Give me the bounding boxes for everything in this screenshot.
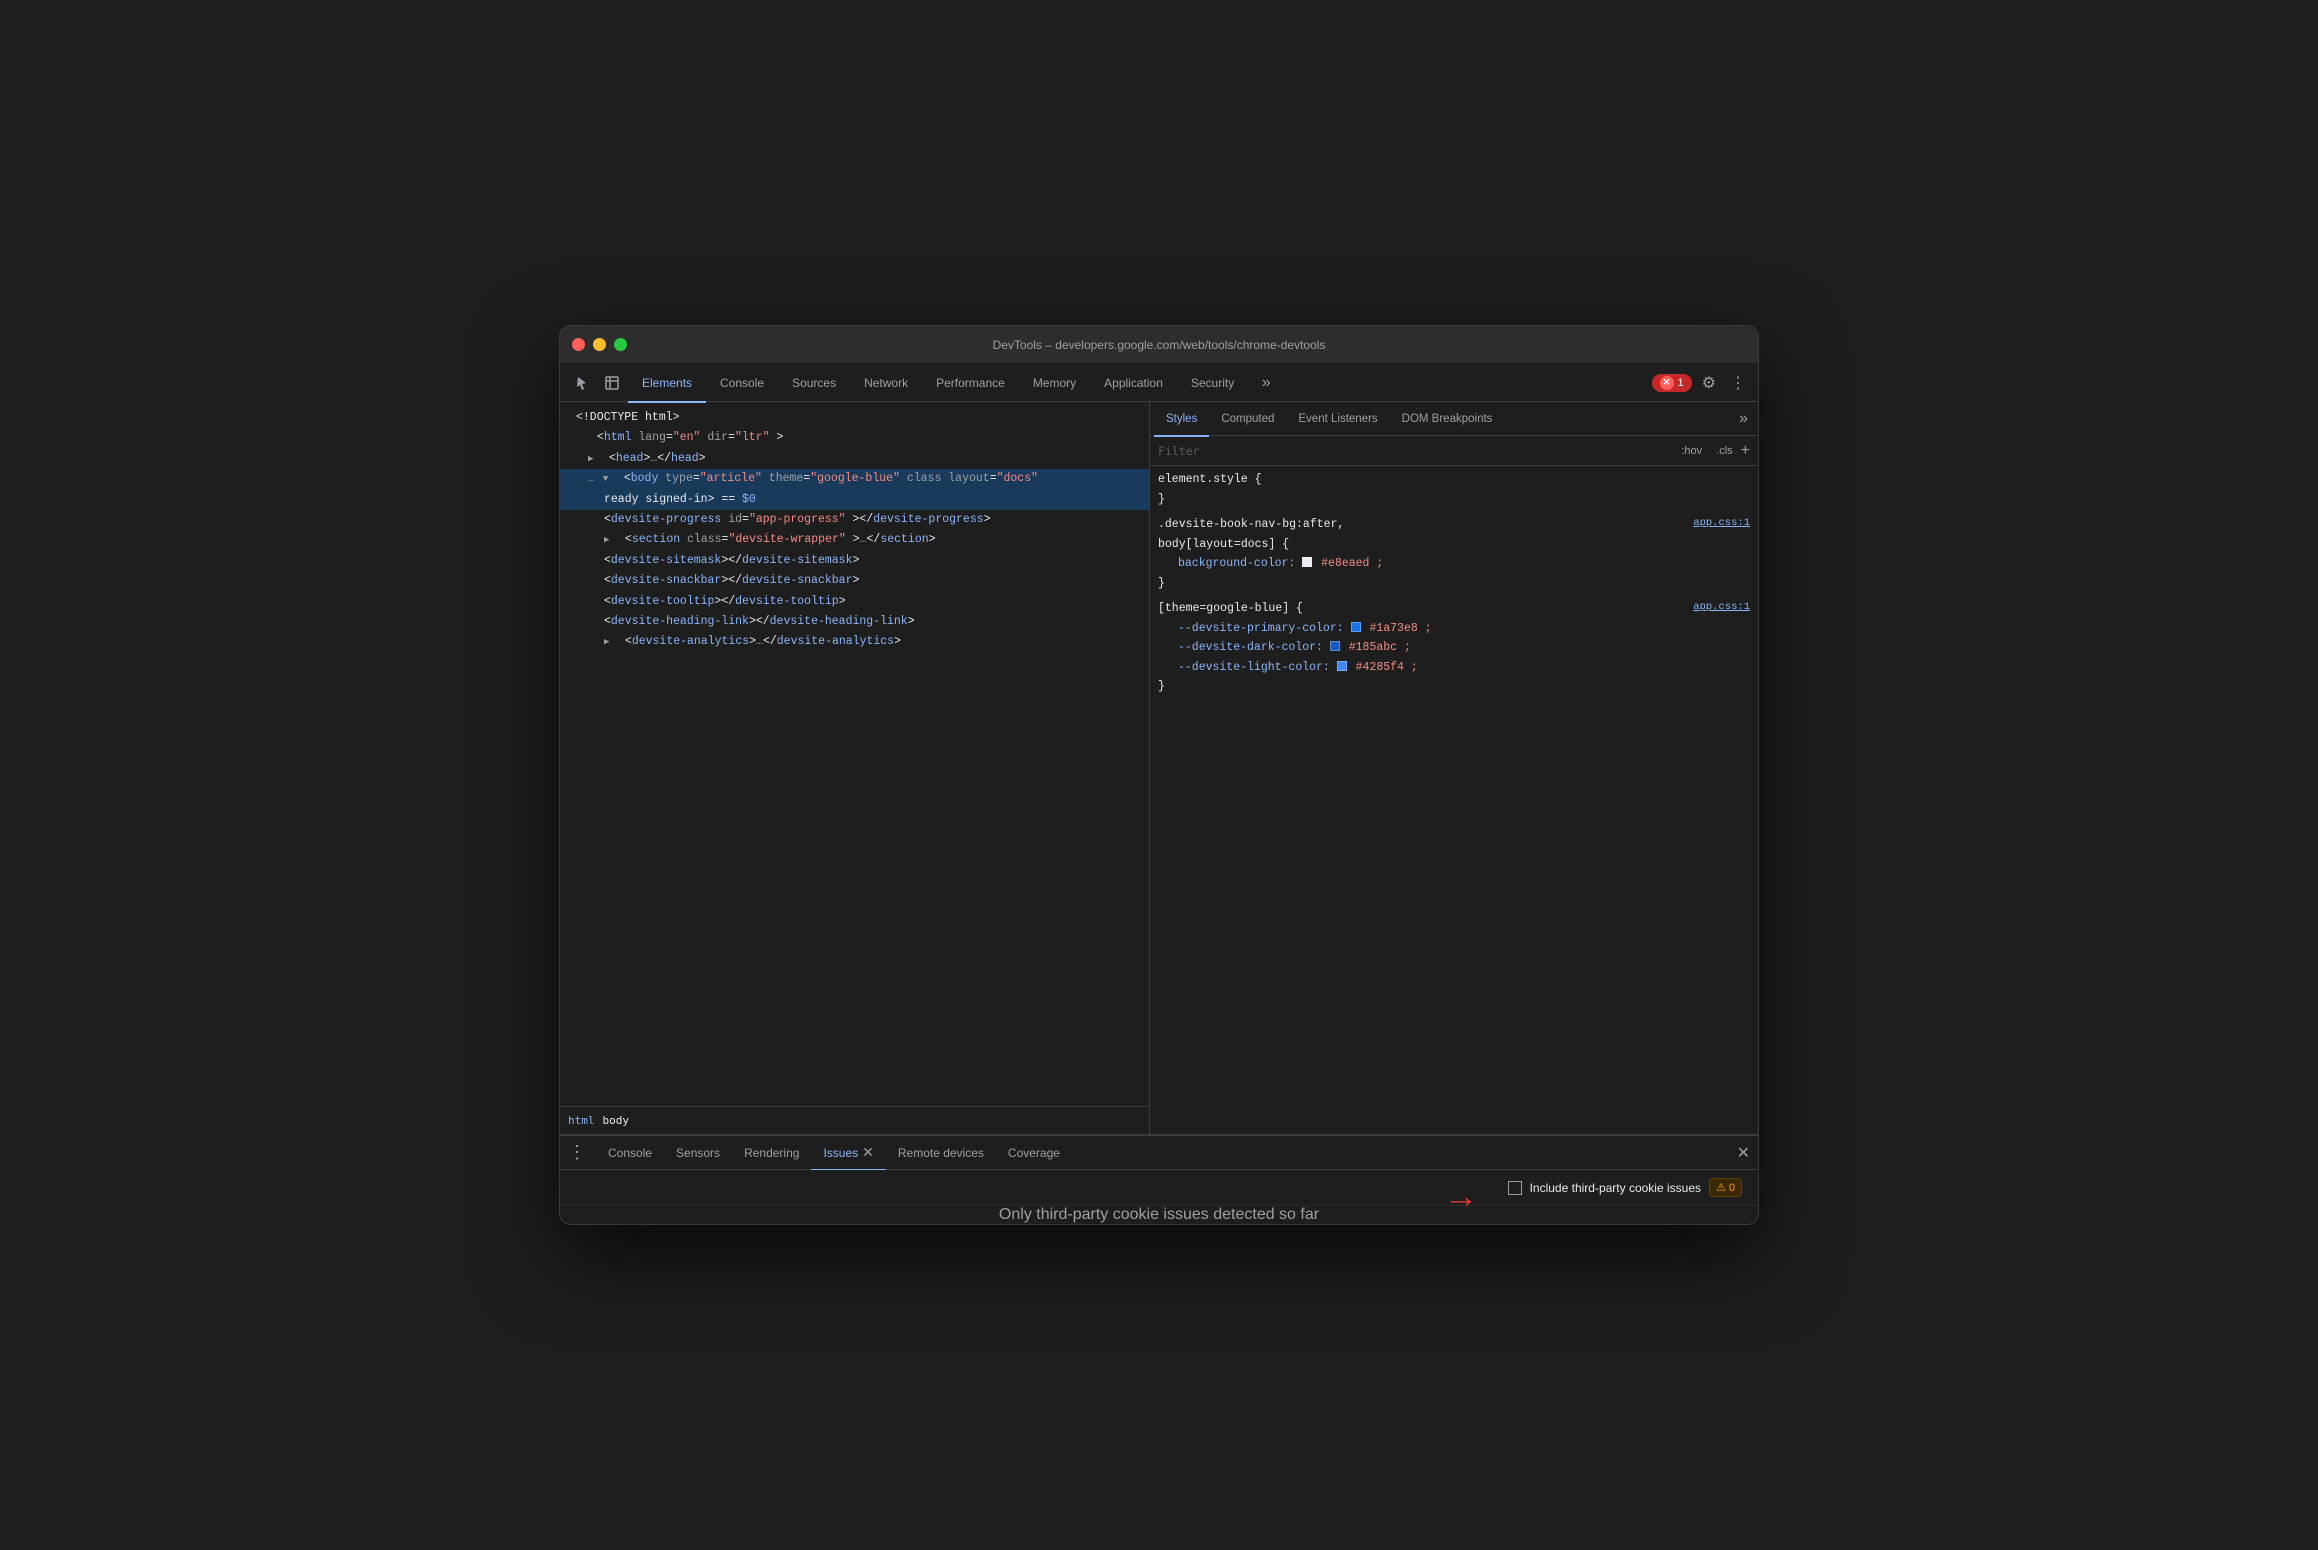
- issues-toolbar: → Include third-party cookie issues ⚠ 0: [560, 1170, 1758, 1206]
- tab-performance[interactable]: Performance: [922, 365, 1019, 403]
- cookie-checkbox-label: Include third-party cookie issues: [1530, 1181, 1701, 1195]
- drawer-tab-issues[interactable]: Issues ✕: [811, 1137, 885, 1171]
- close-button[interactable]: [572, 338, 585, 351]
- tab-security[interactable]: Security: [1177, 365, 1248, 403]
- issues-panel-content: → Include third-party cookie issues ⚠ 0 …: [560, 1170, 1758, 1224]
- filter-input[interactable]: [1158, 444, 1677, 458]
- tab-computed[interactable]: Computed: [1209, 403, 1286, 437]
- drawer-tab-console[interactable]: Console: [596, 1137, 664, 1171]
- devtools-tab-bar: Elements Console Sources Network Perform…: [560, 364, 1758, 402]
- drawer-close-button[interactable]: ✕: [1733, 1139, 1754, 1167]
- drawer-tab-sensors[interactable]: Sensors: [664, 1137, 732, 1171]
- breadcrumb: html body: [560, 1106, 1149, 1134]
- tab-memory[interactable]: Memory: [1019, 365, 1090, 403]
- error-badge[interactable]: ✕ 1: [1652, 374, 1692, 392]
- issues-tab-close[interactable]: ✕: [862, 1144, 874, 1161]
- breadcrumb-html[interactable]: html: [568, 1114, 595, 1127]
- warning-badge: ⚠ 0: [1709, 1178, 1742, 1197]
- hov-filter-btn[interactable]: :hov: [1677, 443, 1706, 459]
- dom-line-head[interactable]: <head>…</head>: [560, 449, 1149, 469]
- traffic-lights: [572, 338, 627, 351]
- more-tabs-icon[interactable]: »: [1252, 369, 1280, 397]
- cursor-icon[interactable]: [568, 369, 596, 397]
- devtools-inner: Elements Console Sources Network Perform…: [560, 364, 1758, 1224]
- color-swatch-185abc[interactable]: [1330, 641, 1340, 651]
- panels-row: <!DOCTYPE html> <html lang="en" dir="ltr…: [560, 402, 1758, 1134]
- tab-application[interactable]: Application: [1090, 365, 1177, 403]
- drawer-tab-bar: ⋮ Console Sensors Rendering Issues ✕ Rem…: [560, 1136, 1758, 1170]
- dom-line-body-continued[interactable]: ready signed-in> == $0: [560, 490, 1149, 510]
- maximize-button[interactable]: [614, 338, 627, 351]
- dom-line-body[interactable]: … <body type="article" theme="google-blu…: [560, 469, 1149, 489]
- tab-console[interactable]: Console: [706, 365, 778, 403]
- cls-filter-btn[interactable]: .cls: [1712, 443, 1737, 459]
- bottom-drawer: ⋮ Console Sensors Rendering Issues ✕ Rem…: [560, 1134, 1758, 1224]
- dom-line-doctype[interactable]: <!DOCTYPE html>: [560, 408, 1149, 428]
- drawer-tab-coverage[interactable]: Coverage: [996, 1137, 1072, 1171]
- dom-panel: <!DOCTYPE html> <html lang="en" dir="ltr…: [560, 402, 1150, 1134]
- panel-more-icon[interactable]: »: [1733, 410, 1754, 428]
- titlebar: DevTools – developers.google.com/web/too…: [560, 326, 1758, 364]
- tab-event-listeners[interactable]: Event Listeners: [1286, 403, 1389, 437]
- tab-styles[interactable]: Styles: [1154, 403, 1209, 437]
- drawer-more-icon[interactable]: ⋮: [564, 1140, 590, 1166]
- filter-row: :hov .cls +: [1150, 436, 1758, 466]
- dom-line-sitemask[interactable]: <devsite-sitemask></devsite-sitemask>: [560, 551, 1149, 571]
- devtools-window: DevTools – developers.google.com/web/too…: [559, 325, 1759, 1225]
- dom-line-devsite-progress[interactable]: <devsite-progress id="app-progress" ></d…: [560, 510, 1149, 530]
- third-party-cookie-checkbox[interactable]: [1508, 1181, 1522, 1195]
- more-actions-icon[interactable]: ⋮: [1726, 369, 1750, 397]
- css-source-2[interactable]: app.css:1: [1693, 599, 1750, 617]
- color-swatch-e8eaed[interactable]: [1302, 557, 1312, 567]
- window-title: DevTools – developers.google.com/web/too…: [993, 338, 1326, 352]
- css-rule-google-blue: [theme=google-blue] { app.css:1 --devsit…: [1158, 599, 1750, 697]
- dom-line-html[interactable]: <html lang="en" dir="ltr" >: [560, 428, 1149, 448]
- dom-line-analytics[interactable]: <devsite-analytics>…</devsite-analytics>: [560, 632, 1149, 652]
- drawer-tab-remote[interactable]: Remote devices: [886, 1137, 996, 1171]
- color-swatch-1a73e8[interactable]: [1351, 622, 1361, 632]
- devtools-right-actions: ✕ 1 ⚙ ⋮: [1652, 369, 1750, 397]
- css-rules: element.style { } .devsite-book-nav-bg:a…: [1150, 466, 1758, 1134]
- tab-dom-breakpoints[interactable]: DOM Breakpoints: [1390, 403, 1505, 437]
- css-rule-book-nav: .devsite-book-nav-bg:after, app.css:1 bo…: [1158, 515, 1750, 593]
- dom-line-snackbar[interactable]: <devsite-snackbar></devsite-snackbar>: [560, 571, 1149, 591]
- tab-network[interactable]: Network: [850, 365, 922, 403]
- drawer-tab-rendering[interactable]: Rendering: [732, 1137, 811, 1171]
- tab-sources[interactable]: Sources: [778, 365, 850, 403]
- filter-buttons: :hov .cls: [1677, 443, 1736, 459]
- dom-line-tooltip[interactable]: <devsite-tooltip></devsite-tooltip>: [560, 592, 1149, 612]
- dom-line-heading-link[interactable]: <devsite-heading-link></devsite-heading-…: [560, 612, 1149, 632]
- dom-tree[interactable]: <!DOCTYPE html> <html lang="en" dir="ltr…: [560, 402, 1149, 1106]
- panel-tabs: Styles Computed Event Listeners DOM Brea…: [1150, 402, 1758, 436]
- tab-elements[interactable]: Elements: [628, 365, 706, 403]
- minimize-button[interactable]: [593, 338, 606, 351]
- inspect-icon[interactable]: [598, 369, 626, 397]
- add-style-rule-icon[interactable]: +: [1741, 442, 1750, 460]
- breadcrumb-body[interactable]: body: [603, 1114, 630, 1127]
- css-rule-element-style: element.style { }: [1158, 470, 1750, 509]
- issues-empty-state: Only third-party cookie issues detected …: [560, 1206, 1758, 1224]
- dom-line-section[interactable]: <section class="devsite-wrapper" >…</sec…: [560, 530, 1149, 550]
- cookie-checkbox-row: Include third-party cookie issues ⚠ 0: [1508, 1178, 1742, 1197]
- css-source-1[interactable]: app.css:1: [1693, 515, 1750, 533]
- settings-icon[interactable]: ⚙: [1698, 369, 1720, 397]
- color-swatch-4285f4[interactable]: [1337, 661, 1347, 671]
- error-x-icon: ✕: [1660, 376, 1674, 390]
- styles-panel: Styles Computed Event Listeners DOM Brea…: [1150, 402, 1758, 1134]
